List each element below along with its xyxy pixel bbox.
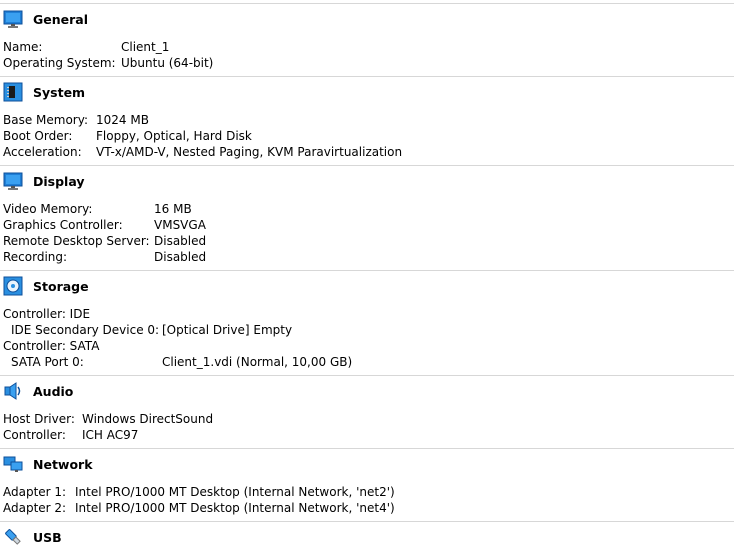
divider [0, 521, 734, 522]
row-value: [Optical Drive] Empty [162, 323, 293, 337]
row-value: 16 MB [154, 202, 192, 216]
section-title: Display [33, 174, 85, 189]
row-label: Adapter 1: [3, 485, 67, 499]
section-general-header[interactable]: General [0, 9, 200, 31]
section-display-header[interactable]: Display [0, 171, 200, 193]
row-label: Controller: SATA [3, 339, 100, 353]
row-label: Adapter 2: [3, 501, 67, 515]
row-value: Ubuntu (64-bit) [121, 56, 214, 70]
row-label: Host Driver: [3, 412, 75, 426]
row-label: Boot Order: [3, 129, 73, 143]
row-label: Base Memory: [3, 113, 89, 127]
row-value: VT-x/AMD-V, Nested Paging, KVM Paravirtu… [96, 145, 403, 159]
divider [0, 3, 734, 4]
row-value: 1024 MB [96, 113, 149, 127]
divider [0, 270, 734, 271]
row-value: Disabled [154, 234, 207, 248]
row-value: ICH AC97 [82, 428, 139, 442]
speaker-icon [3, 381, 23, 401]
row-label: Acceleration: [3, 145, 82, 159]
network-icon [3, 454, 23, 474]
row-value: Windows DirectSound [82, 412, 214, 426]
row-value: Intel PRO/1000 MT Desktop (Internal Netw… [75, 501, 395, 515]
row-label: Name: [3, 40, 43, 54]
section-title: General [33, 12, 88, 27]
divider [0, 165, 734, 166]
row-label: SATA Port 0: [11, 355, 84, 369]
section-title: Audio [33, 384, 74, 399]
section-network-header[interactable]: Network [0, 454, 200, 476]
row-label: Recording: [3, 250, 68, 264]
row-value: Floppy, Optical, Hard Disk [96, 129, 252, 143]
row-label: Operating System: [3, 56, 116, 70]
row-label: Graphics Controller: [3, 218, 123, 232]
row-value: Client_1 [121, 40, 170, 54]
row-value: Intel PRO/1000 MT Desktop (Internal Netw… [75, 485, 395, 499]
row-label: Controller: [3, 428, 66, 442]
section-audio-header[interactable]: Audio [0, 381, 200, 403]
row-value: VMSVGA [154, 218, 206, 232]
divider [0, 375, 734, 376]
row-label: Controller: IDE [3, 307, 91, 321]
disk-icon [3, 276, 23, 296]
section-title: USB [33, 530, 62, 545]
row-label: Video Memory: [3, 202, 93, 216]
row-value: Disabled [154, 250, 207, 264]
row-label: IDE Secondary Device 0: [11, 323, 160, 337]
monitor-icon [3, 9, 23, 29]
section-storage-header[interactable]: Storage [0, 276, 200, 298]
section-system-header[interactable]: System [0, 82, 200, 104]
chip-icon [3, 82, 23, 102]
divider [0, 76, 734, 77]
usb-icon [3, 527, 23, 547]
divider [0, 448, 734, 449]
display-icon [3, 171, 23, 191]
section-title: System [33, 85, 86, 100]
section-title: Storage [33, 279, 89, 294]
section-usb-header[interactable]: USB [0, 527, 200, 549]
row-label: Remote Desktop Server: [3, 234, 150, 248]
section-title: Network [33, 457, 93, 472]
row-value: Client_1.vdi (Normal, 10,00 GB) [162, 355, 353, 369]
